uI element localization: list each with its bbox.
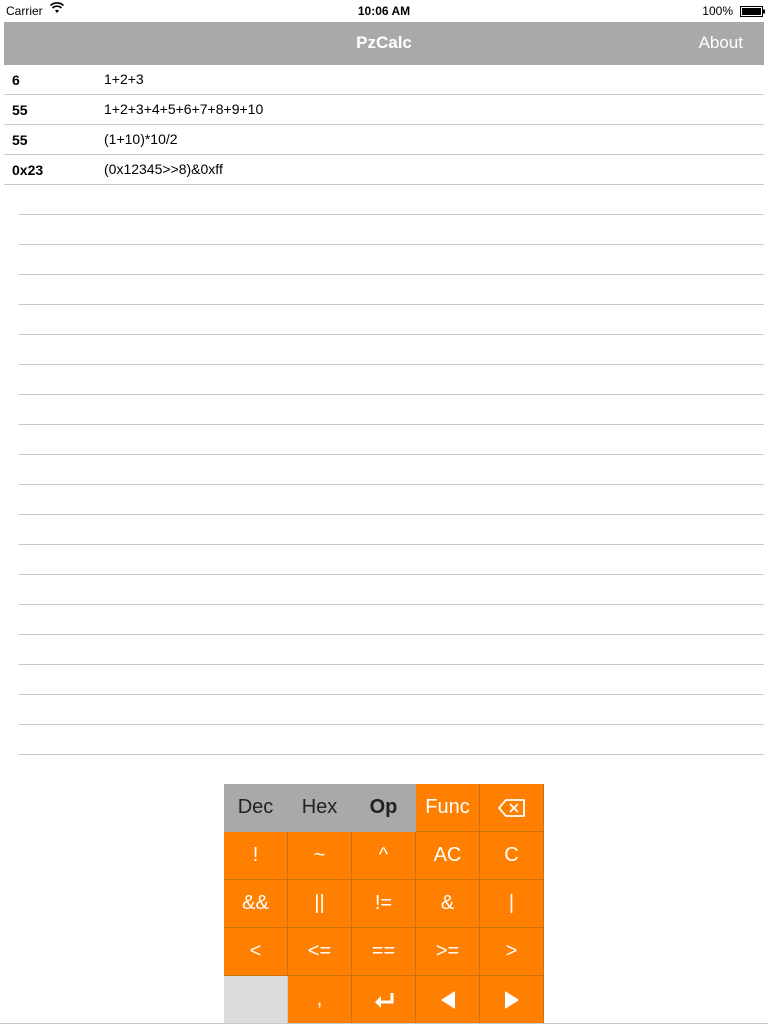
clear-key[interactable]: C: [480, 832, 544, 880]
app-title: PzCalc: [356, 33, 412, 52]
empty-row: [19, 665, 764, 695]
empty-row: [19, 635, 764, 665]
empty-row: [19, 395, 764, 425]
keypad: Dec Hex Op Func ! ~ ^ AC C && || != & | …: [224, 784, 544, 1024]
status-bar: Carrier 10:06 AM 100%: [0, 0, 768, 22]
dec-mode-button[interactable]: Dec: [224, 784, 288, 832]
greater-key[interactable]: >: [480, 928, 544, 976]
less-equal-key[interactable]: <=: [288, 928, 352, 976]
history-row[interactable]: 0x23 (0x12345>>8)&0xff: [4, 155, 764, 185]
tilde-key[interactable]: ~: [288, 832, 352, 880]
status-time: 10:06 AM: [357, 4, 411, 18]
func-button[interactable]: Func: [416, 784, 480, 832]
history-row[interactable]: 6 1+2+3: [4, 65, 764, 95]
history-expression: 1+2+3: [104, 71, 144, 87]
empty-row: [19, 335, 764, 365]
greater-equal-key[interactable]: >=: [416, 928, 480, 976]
empty-row: [19, 605, 764, 635]
logical-or-key[interactable]: ||: [288, 880, 352, 928]
empty-row: [19, 485, 764, 515]
history-expression: (0x12345>>8)&0xff: [104, 161, 223, 177]
about-button[interactable]: About: [699, 33, 743, 53]
history-row[interactable]: 55 (1+10)*10/2: [4, 125, 764, 155]
empty-row: [19, 245, 764, 275]
battery-percent: 100%: [702, 4, 733, 18]
empty-row: [19, 515, 764, 545]
history-result: 55: [12, 132, 28, 148]
empty-row: [19, 695, 764, 725]
op-mode-button[interactable]: Op: [352, 784, 416, 832]
equal-key[interactable]: ==: [352, 928, 416, 976]
not-key[interactable]: !: [224, 832, 288, 880]
empty-row: [19, 365, 764, 395]
backspace-button[interactable]: [480, 784, 544, 832]
empty-row: [19, 185, 764, 215]
all-clear-key[interactable]: AC: [416, 832, 480, 880]
return-icon: [372, 991, 396, 1009]
enter-key[interactable]: [352, 976, 416, 1024]
history-list: 6 1+2+3 55 1+2+3+4+5+6+7+8+9+10 55 (1+10…: [0, 65, 768, 755]
history-row[interactable]: 55 1+2+3+4+5+6+7+8+9+10: [4, 95, 764, 125]
history-result: 55: [12, 102, 28, 118]
history-result: 6: [12, 72, 20, 88]
empty-row: [19, 305, 764, 335]
comma-key[interactable]: ,: [288, 976, 352, 1024]
history-result: 0x23: [12, 162, 44, 178]
caret-key[interactable]: ^: [352, 832, 416, 880]
bitwise-and-key[interactable]: &: [416, 880, 480, 928]
battery-icon: [740, 6, 765, 17]
empty-row: [19, 575, 764, 605]
right-arrow-icon: [504, 990, 520, 1010]
empty-row: [19, 425, 764, 455]
backspace-icon: [497, 798, 527, 818]
empty-row: [19, 275, 764, 305]
history-expression: 1+2+3+4+5+6+7+8+9+10: [104, 101, 264, 117]
empty-row: [19, 545, 764, 575]
navigation-bar: PzCalc About: [4, 22, 764, 65]
blank-key: [224, 976, 288, 1024]
empty-row: [19, 215, 764, 245]
history-expression: (1+10)*10/2: [104, 131, 178, 147]
hex-mode-button[interactable]: Hex: [288, 784, 352, 832]
cursor-right-key[interactable]: [480, 976, 544, 1024]
less-key[interactable]: <: [224, 928, 288, 976]
not-equal-key[interactable]: !=: [352, 880, 416, 928]
empty-row: [19, 455, 764, 485]
left-arrow-icon: [440, 990, 456, 1010]
logical-and-key[interactable]: &&: [224, 880, 288, 928]
bitwise-or-key[interactable]: |: [480, 880, 544, 928]
cursor-left-key[interactable]: [416, 976, 480, 1024]
empty-row: [19, 725, 764, 755]
